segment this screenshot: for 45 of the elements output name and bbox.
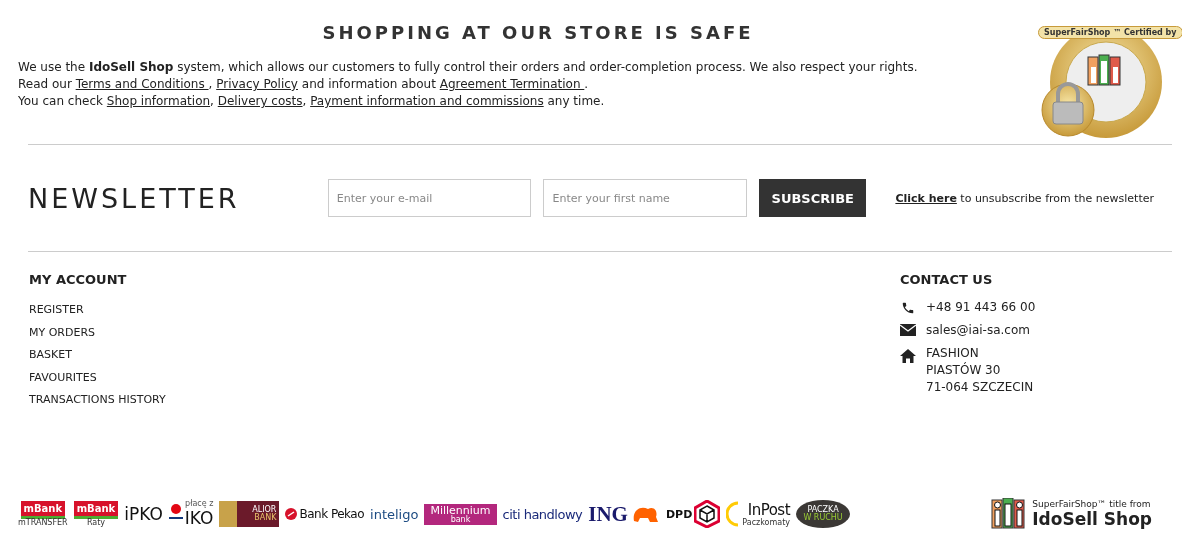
account-link[interactable]: MY ORDERS <box>29 321 900 344</box>
info-link[interactable]: Shop information <box>106 94 211 108</box>
ing-logo: ING <box>588 501 660 527</box>
inteligo-logo: inteligo <box>370 506 419 522</box>
info-link[interactable]: Agreement Termination <box>439 77 585 91</box>
inpost-logo: InPost Paczkomaty <box>726 501 791 527</box>
certificate-caption: SuperFairShop™ title from <box>1032 499 1151 509</box>
alior-bank-logo: ALIOR BANK <box>219 501 280 527</box>
contact-heading: CONTACT US <box>900 272 994 287</box>
iko-logo: płacę z IKO <box>168 500 214 528</box>
info-text: You can check Shop information, Delivery costs, Payment information and commissions any time. <box>18 93 606 110</box>
subscribe-button[interactable]: SUBSCRIBE <box>759 179 867 217</box>
account-link[interactable]: REGISTER <box>29 299 900 322</box>
phone-icon <box>901 301 915 315</box>
badge-caption: SuperFairShop ™ Certified by <box>1038 26 1182 39</box>
account-link[interactable]: FAVOURITES <box>29 366 900 389</box>
mbank-logo: mBank Raty <box>73 501 119 527</box>
bank-pekao-logo: Bank Pekao <box>285 507 365 521</box>
dpd-logo: DPD <box>665 500 721 528</box>
ipko-logo: iPKO <box>124 504 163 524</box>
account-link[interactable]: TRANSACTIONS HISTORY <box>29 389 900 412</box>
paczka-w-ruchu-logo: PACZKA W RUCHU <box>796 500 851 528</box>
account-heading: MY ACCOUNT <box>29 272 128 287</box>
envelope-icon <box>900 324 916 336</box>
email-text: sales@iai-sa.com <box>926 322 1030 339</box>
newsletter-title: NEWSLETTER <box>28 182 241 214</box>
home-icon <box>900 349 916 363</box>
citi-handlowy-logo: citi handlowy <box>502 506 583 522</box>
info-text: We use the IdoSell Shop system, which allows our customers to fully control their orders and order-completion process. We also respect your rights. <box>18 59 919 76</box>
section-title: SHOPPING AT OUR STORE IS SAFE <box>321 22 755 43</box>
mbank-logo: mBank mTRANSFER <box>18 501 68 527</box>
unsubscribe-link[interactable]: Click here <box>895 191 957 205</box>
account-link[interactable]: BASKET <box>29 344 900 367</box>
unsubscribe-text: Click here to unsubscribe from the newsletter <box>895 191 1154 205</box>
first-name-input[interactable]: Enter your first name <box>543 179 748 217</box>
info-link[interactable]: Privacy Policy <box>216 77 298 91</box>
email-input[interactable]: Enter your e-mail <box>327 179 532 217</box>
phone-text: +48 91 443 66 00 <box>926 299 1036 316</box>
info-link[interactable]: Delivery costs <box>217 94 303 108</box>
info-text: Read our Terms and Conditions , Privacy Policy and information about Agreement Termination . <box>18 76 590 93</box>
info-link[interactable]: Terms and Conditions <box>75 77 209 91</box>
idosell-shop-logo: IdoSell Shop <box>1032 508 1152 529</box>
millennium-logo: Millennium bank <box>424 503 497 525</box>
info-link[interactable]: Payment information and commissions <box>310 94 544 108</box>
address-text: FASHION PIASTÓW 30 71-064 SZCZECIN <box>926 345 1034 396</box>
